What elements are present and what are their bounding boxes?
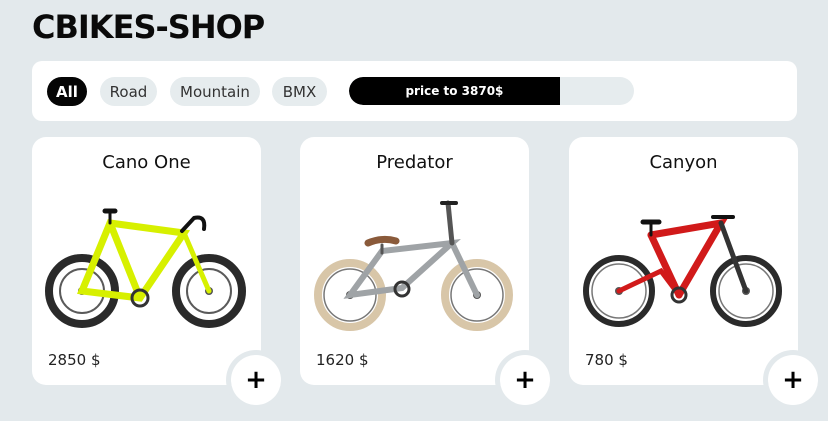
product-name: Cano One [102, 152, 191, 173]
product-price: 1620 $ [316, 351, 369, 369]
filter-chip-mountain[interactable]: Mountain [170, 77, 260, 106]
filter-bar: All Road Mountain BMX price to 3870$ [32, 61, 797, 121]
add-to-cart-button[interactable]: + [231, 355, 281, 405]
plus-icon: + [782, 365, 804, 395]
price-slider[interactable]: price to 3870$ [349, 77, 634, 105]
add-to-cart-wrap: + [495, 350, 555, 410]
product-price: 780 $ [585, 351, 628, 369]
bmx-bike-image [314, 200, 513, 331]
filter-chip-bmx[interactable]: BMX [272, 77, 327, 106]
add-to-cart-button[interactable]: + [500, 355, 550, 405]
filter-chip-road[interactable]: Road [100, 77, 157, 106]
page-title: CBIKES-SHOP [32, 8, 265, 46]
add-to-cart-wrap: + [226, 350, 286, 410]
product-card[interactable]: Predator 1620 $ [300, 137, 529, 385]
plus-icon: + [245, 365, 267, 395]
product-name: Canyon [649, 152, 718, 173]
add-to-cart-wrap: + [763, 350, 823, 410]
filter-chip-all[interactable]: All [47, 77, 87, 106]
product-name: Predator [376, 152, 453, 173]
product-card[interactable]: Canyon 780 $ [569, 137, 798, 385]
add-to-cart-button[interactable]: + [768, 355, 818, 405]
product-card[interactable]: Cano One 2850 $ [32, 137, 261, 385]
road-bike-image [45, 208, 246, 328]
plus-icon: + [514, 365, 536, 395]
price-slider-label: price to 3870$ [405, 84, 504, 98]
product-price: 2850 $ [48, 351, 101, 369]
mountain-bike-image [583, 215, 782, 327]
